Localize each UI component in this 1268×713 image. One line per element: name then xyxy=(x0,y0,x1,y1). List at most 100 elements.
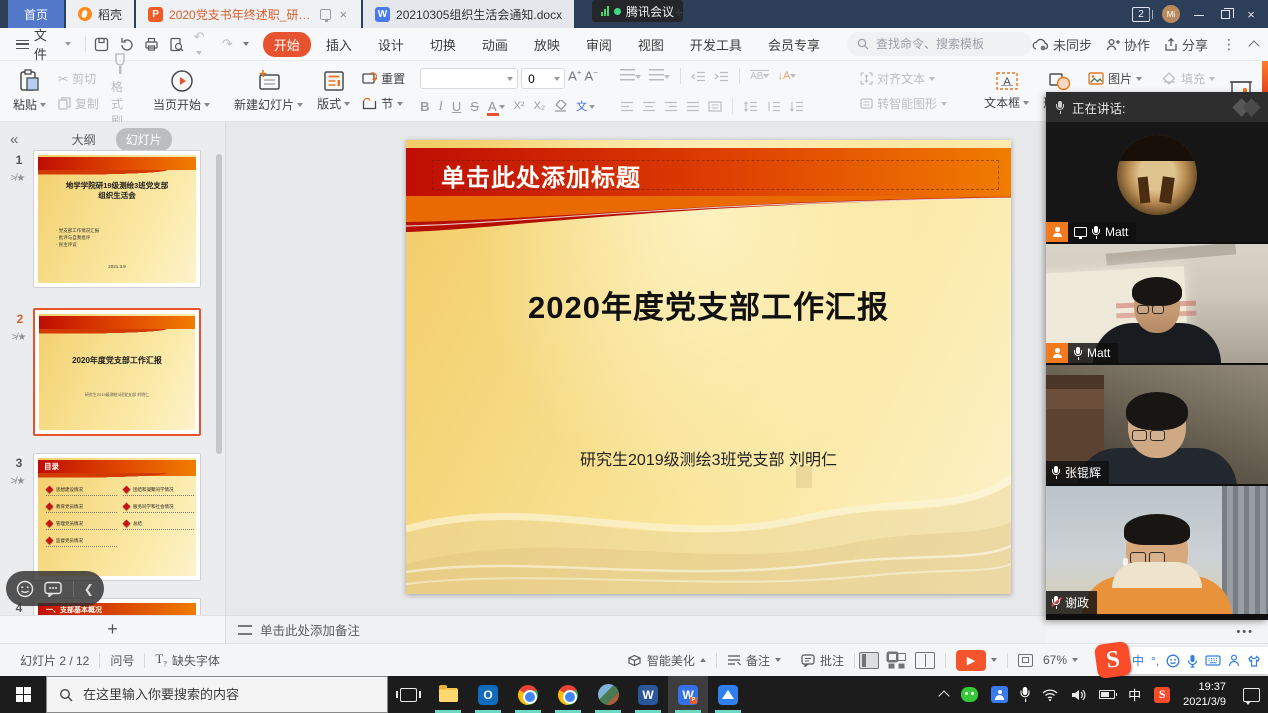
font-size-input[interactable] xyxy=(526,71,554,87)
title-placeholder[interactable]: 单击此处添加标题 xyxy=(432,160,999,190)
ime-keyboard-icon[interactable] xyxy=(1205,655,1221,666)
hidden-icons-chevron[interactable] xyxy=(940,689,948,700)
ribbon-tab-animation[interactable]: 动画 xyxy=(471,32,519,57)
format-painter-button[interactable]: 格式刷 xyxy=(104,51,136,131)
play-slideshow-button[interactable]: ▶ xyxy=(946,650,1007,671)
layout-button[interactable]: 版式 xyxy=(310,68,357,114)
redo-icon[interactable]: ↷ xyxy=(222,36,233,52)
taskbar-search[interactable] xyxy=(46,676,388,713)
play-from-current-button[interactable]: 当页开始 xyxy=(146,67,217,115)
align-right-icon[interactable] xyxy=(664,101,678,112)
action-center-icon[interactable] xyxy=(1243,688,1260,702)
save-icon[interactable] xyxy=(94,37,109,52)
slide-thumbnail-3[interactable]: 3 ≯★ 目录 思想建设情况 教育党员情况 管理党员情况 监督党员情况 团结和凝… xyxy=(33,453,201,581)
line-spacing-options-icon[interactable] xyxy=(789,101,804,112)
collaborate-button[interactable]: 协作 xyxy=(1106,35,1150,54)
slide-title[interactable]: 2020年度党支部工作汇报 xyxy=(406,282,1011,327)
sogou-logo-icon[interactable]: S xyxy=(1094,641,1132,679)
slide-subtitle[interactable]: 研究生2019级测绘3班党支部 刘明仁 xyxy=(406,446,1011,470)
ribbon-tab-design[interactable]: 设计 xyxy=(367,32,415,57)
ribbon-tab-slideshow[interactable]: 放映 xyxy=(523,32,571,57)
align-left-icon[interactable] xyxy=(620,101,634,112)
beautify-button[interactable]: 智能美化 xyxy=(617,652,716,669)
ribbon-tab-home[interactable]: 开始 xyxy=(263,32,311,57)
fill-button[interactable]: 填充 xyxy=(1157,68,1220,89)
participant-tile-4[interactable]: 谢政 xyxy=(1046,486,1268,614)
ime-punctuation-toggle[interactable]: °, xyxy=(1151,654,1159,668)
justify-icon[interactable] xyxy=(686,101,700,112)
font-name-input[interactable] xyxy=(425,71,507,87)
command-search-box[interactable] xyxy=(847,32,1032,56)
ime-voice-icon[interactable] xyxy=(1187,654,1198,668)
ribbon-tab-insert[interactable]: 插入 xyxy=(315,32,363,57)
ribbon-tab-developer[interactable]: 开发工具 xyxy=(679,32,753,57)
ime-language-toggle[interactable]: 中 xyxy=(1132,652,1144,669)
fit-slide-button[interactable] xyxy=(1008,654,1043,667)
volume-icon[interactable] xyxy=(1071,689,1086,701)
ime-emoji-icon[interactable] xyxy=(1166,654,1180,668)
participant-tile-3[interactable]: 张锟辉 xyxy=(1046,365,1268,486)
wechat-tray-icon[interactable] xyxy=(961,687,978,702)
font-name-combo[interactable] xyxy=(420,68,518,89)
customize-toolbar-icon[interactable] xyxy=(243,42,249,46)
participant-tile-2[interactable]: Matt xyxy=(1046,244,1268,365)
start-button[interactable] xyxy=(0,676,46,713)
theme-name[interactable]: 问号 xyxy=(100,652,144,669)
meeting-panel-header[interactable]: 正在讲话: xyxy=(1046,92,1268,122)
ribbon-tab-review[interactable]: 审阅 xyxy=(575,32,623,57)
restore-button[interactable] xyxy=(1218,7,1232,22)
close-button[interactable]: × xyxy=(1244,7,1258,22)
numbered-list-button[interactable] xyxy=(649,69,670,84)
ime-indicator[interactable]: 中 xyxy=(1128,685,1141,704)
tencent-meeting-button[interactable] xyxy=(708,676,748,713)
ribbon-tab-transition[interactable]: 切换 xyxy=(419,32,467,57)
line-spacing-icon[interactable] xyxy=(743,101,758,112)
superscript-button[interactable]: X² xyxy=(514,100,525,112)
user-avatar[interactable]: Mi xyxy=(1162,5,1180,23)
textbox-button[interactable]: A 文本框 xyxy=(977,69,1036,113)
chat-icon[interactable] xyxy=(44,581,62,597)
ime-person-icon[interactable] xyxy=(1228,654,1240,667)
font-size-combo[interactable] xyxy=(521,68,565,89)
task-view-button[interactable] xyxy=(388,676,428,713)
strikethrough-button[interactable]: S xyxy=(470,99,479,114)
word-button[interactable]: W xyxy=(628,676,668,713)
paragraph-spacing-icon[interactable] xyxy=(766,101,781,112)
present-mode-icon[interactable] xyxy=(320,9,332,20)
bullet-list-button[interactable] xyxy=(620,69,641,84)
close-tab-icon[interactable]: × xyxy=(337,7,349,22)
photos-app-button[interactable] xyxy=(588,676,628,713)
sync-status-button[interactable]: 未同步 xyxy=(1032,35,1092,54)
outlook-button[interactable]: O xyxy=(468,676,508,713)
align-center-icon[interactable] xyxy=(642,101,656,112)
to-smartart-button[interactable]: 转智能图形 xyxy=(855,93,967,114)
sogou-ime-bar[interactable]: S 中 °, xyxy=(1102,647,1268,674)
outline-tab[interactable]: 大纲 xyxy=(62,128,106,151)
tab-word-document[interactable]: W 20210305组织生活会通知.docx xyxy=(363,0,574,28)
meeting-tray-icon[interactable] xyxy=(991,686,1008,703)
subscript-button[interactable]: X₂ xyxy=(534,100,546,112)
chrome-button[interactable] xyxy=(508,676,548,713)
battery-icon[interactable] xyxy=(1099,690,1115,699)
tencent-meeting-floating-bar[interactable]: 腾讯会议 xyxy=(592,0,683,22)
undo-icon[interactable]: ↶ xyxy=(194,29,212,60)
microphone-tray-icon[interactable] xyxy=(1021,688,1029,701)
ribbon-tab-member[interactable]: 会员专享 xyxy=(757,32,831,57)
decrease-indent-icon[interactable] xyxy=(691,71,706,82)
align-text-button[interactable]: 对齐文本 xyxy=(855,68,967,89)
file-menu-button[interactable]: 文件 xyxy=(10,25,77,63)
missing-font-button[interactable]: T? 缺失字体 xyxy=(145,651,230,669)
ribbon-tab-view[interactable]: 视图 xyxy=(627,32,675,57)
reset-button[interactable]: 重置 xyxy=(357,68,410,89)
taskbar-clock[interactable]: 19:37 2021/3/9 xyxy=(1183,680,1226,709)
collapse-widget-icon[interactable]: ❮ xyxy=(84,582,94,596)
participant-tile-1[interactable]: Matt xyxy=(1046,122,1268,244)
wps-button[interactable]: WP xyxy=(668,676,708,713)
reading-view-button[interactable] xyxy=(915,652,935,669)
new-slide-button[interactable]: 新建幻灯片 xyxy=(227,67,310,115)
collapse-ribbon-icon[interactable] xyxy=(1248,40,1259,51)
sidebar-scrollbar[interactable] xyxy=(216,154,222,454)
cut-button[interactable]: ✂ 剪切 xyxy=(53,68,104,89)
text-orientation-button[interactable]: ↓A xyxy=(777,70,796,82)
more-options-icon[interactable]: ⋮ xyxy=(1222,36,1236,53)
